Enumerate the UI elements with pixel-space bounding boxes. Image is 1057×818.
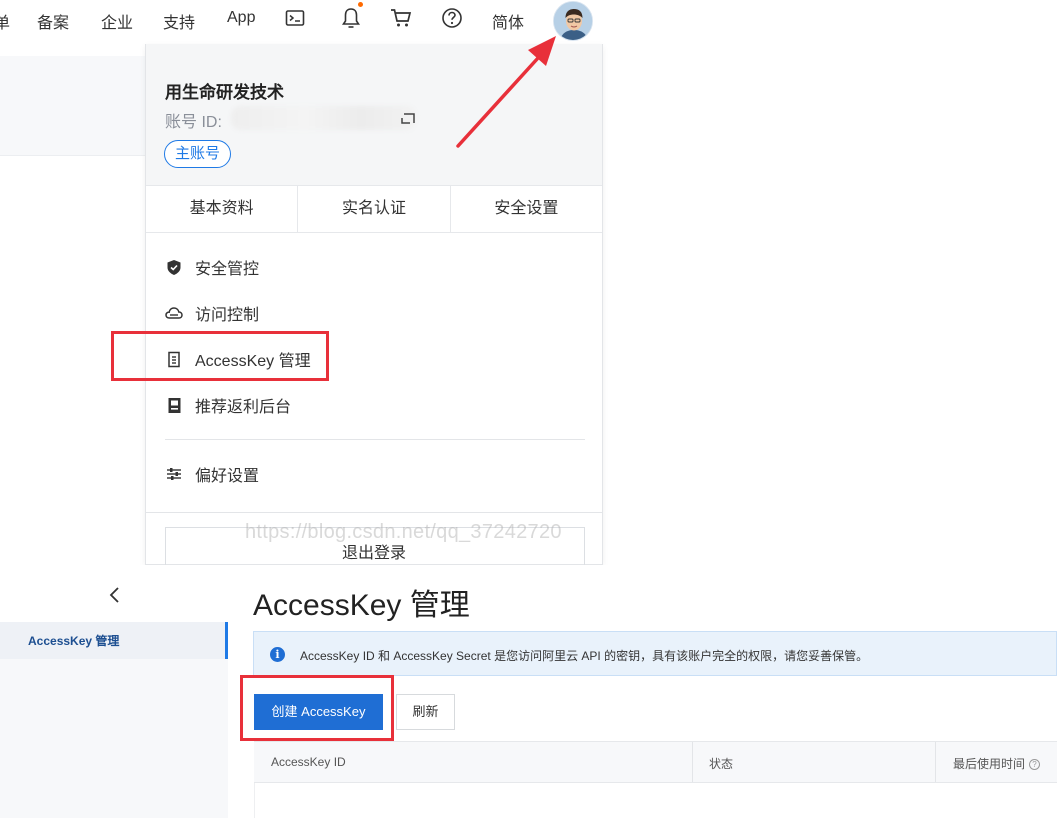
menu-divider <box>146 512 602 513</box>
menu-item-security-control[interactable]: 安全管控 <box>165 254 259 280</box>
highlight-box-create-button <box>240 675 394 741</box>
column-header-accesskey-id: AccessKey ID <box>271 755 346 769</box>
highlight-box-accesskey-menu <box>111 331 329 381</box>
menu-divider <box>165 439 585 440</box>
menu-item-label: 偏好设置 <box>195 468 260 485</box>
document-icon <box>165 396 183 414</box>
menu-item-access-control[interactable]: 访问控制 <box>165 300 259 326</box>
sliders-icon <box>165 465 183 483</box>
sidebar-item-accesskey[interactable]: AccessKey 管理 <box>0 622 228 659</box>
back-chevron-icon[interactable] <box>105 585 125 605</box>
help-icon[interactable]: ? <box>1029 759 1041 770</box>
refresh-button[interactable]: 刷新 <box>396 694 455 730</box>
watermark: https://blog.csdn.net/qq_37242720 <box>245 521 562 543</box>
menu-item-label: 推荐返利后台 <box>195 399 292 416</box>
sidebar-background <box>0 659 228 818</box>
table-header: AccessKey ID 状态 最后使用时间? <box>254 741 1057 783</box>
notice-text: AccessKey ID 和 AccessKey Secret 是您访问阿里云 … <box>300 649 869 663</box>
page-title: AccessKey 管理 <box>253 589 470 622</box>
tab-basic-info[interactable]: 基本资料 <box>146 186 299 232</box>
menu-item-label: 安全管控 <box>195 261 260 278</box>
cloud-icon <box>165 304 183 322</box>
tab-security-settings[interactable]: 安全设置 <box>451 186 602 232</box>
account-tabs: 基本资料 实名认证 安全设置 <box>146 185 602 233</box>
tab-real-name[interactable]: 实名认证 <box>298 186 451 232</box>
shield-icon <box>165 258 183 276</box>
menu-item-rebate-backend[interactable]: 推荐返利后台 <box>165 392 291 418</box>
menu-item-preferences[interactable]: 偏好设置 <box>165 461 259 487</box>
menu-item-label: 访问控制 <box>195 307 260 324</box>
column-divider <box>692 742 693 782</box>
column-header-last-used: 最后使用时间? <box>953 755 1041 772</box>
account-dropdown-screenshot: 单 备案 企业 支持 App 简体 用生命研发技术 账号 ID: 主账号 基本资… <box>0 0 1057 565</box>
column-divider <box>935 742 936 782</box>
accesskey-console-screenshot: AccessKey 管理 AccessKey 管理 i AccessKey ID… <box>0 565 1057 818</box>
sidebar-item-label: AccessKey 管理 <box>28 634 120 648</box>
column-header-last-used-label: 最后使用时间 <box>953 757 1026 771</box>
info-notice: i AccessKey ID 和 AccessKey Secret 是您访问阿里… <box>253 631 1057 676</box>
column-header-status: 状态 <box>709 757 734 771</box>
table-body <box>254 783 1057 818</box>
red-arrow-annotation <box>456 36 556 148</box>
info-icon: i <box>270 647 285 662</box>
